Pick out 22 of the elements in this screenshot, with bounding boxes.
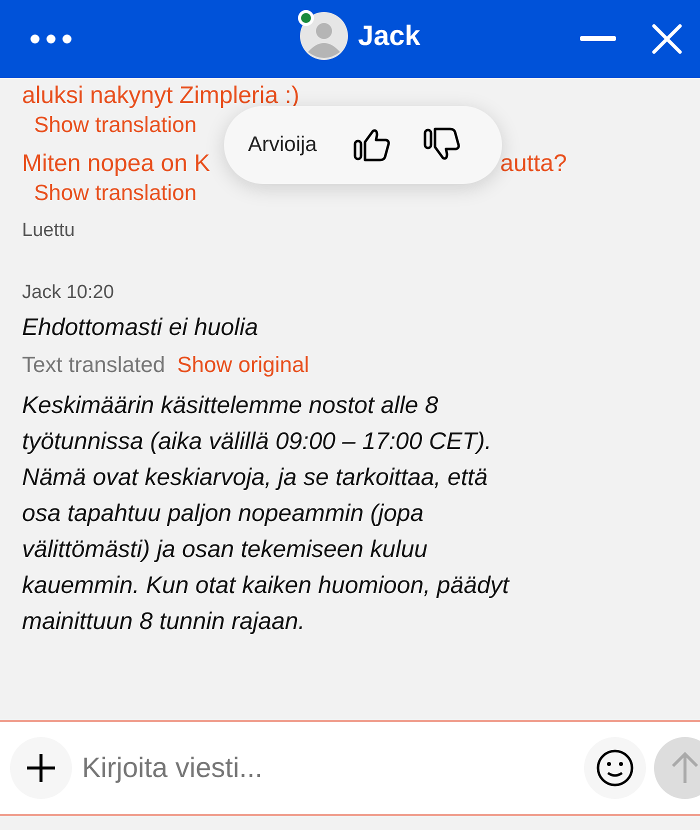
message-text: Miten nopea on K: [22, 149, 210, 179]
thumbs-down-icon[interactable]: [422, 127, 463, 163]
message-input[interactable]: Kirjoita viesti...: [80, 751, 576, 785]
message-text: Ehdottomasti ei huolia: [22, 314, 258, 342]
message-text: Keskimäärin käsittelemme nostot alle 8 työtunnissa (aika välillä 09:00 – 17:00 CET). Nämä ovat keskiarvoja, ja se tarkoittaa, että osa tapahtuu paljon nopeammin (jopa välittömästi) ja osan tekemiseen kuluu kauemmin. Kun otat kaiken huomioon, päädyt mainittuun 8 tunnin rajaan.: [22, 391, 511, 637]
show-original-link[interactable]: Show original: [177, 352, 310, 378]
show-translation-link[interactable]: Show translation: [34, 180, 678, 206]
read-status: Luettu: [22, 220, 75, 242]
close-icon[interactable]: [652, 24, 682, 54]
thumbs-up-icon[interactable]: [352, 127, 393, 163]
plus-icon: [25, 752, 57, 784]
avatar-icon: [300, 12, 348, 60]
arrow-up-icon: [670, 751, 700, 785]
rating-label: Arvioija: [248, 133, 317, 157]
chat-title: Jack: [358, 20, 420, 52]
sender-time: Jack 10:20: [22, 282, 114, 304]
more-icon[interactable]: [30, 34, 72, 44]
message-text: autta?: [500, 149, 567, 179]
smiley-icon: [595, 748, 635, 788]
composer-bar[interactable]: Kirjoita viesti...: [0, 720, 700, 816]
translated-note: Text translated: [22, 352, 166, 378]
minimize-icon[interactable]: [580, 36, 616, 42]
